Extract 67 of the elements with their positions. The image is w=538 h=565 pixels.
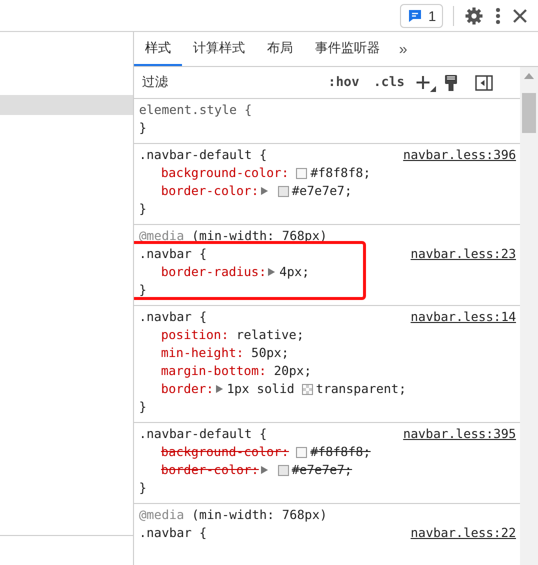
css-selector: element.style { [139,101,253,119]
css-selector: .navbar-default { [139,425,268,443]
property-value: #e7e7e7; [292,182,352,200]
media-keyword: @media [139,506,184,524]
css-selector: .navbar-default { [139,146,268,164]
toggle-button[interactable]: :hov [324,75,364,90]
css-selector: .navbar { [139,524,208,542]
issues-button[interactable]: 1 [400,4,443,28]
closing-brace: } [139,281,147,299]
paint-brush-icon[interactable] [442,74,459,92]
expand-triangle-icon[interactable] [260,466,268,474]
scrollbar[interactable] [520,67,538,565]
source-link[interactable]: navbar.less:22 [410,524,516,542]
closing-brace: } [139,119,147,137]
property-name: border: [161,380,214,398]
expand-triangle-icon[interactable] [260,187,268,195]
property-name: border-radius: [161,263,266,281]
panel-tab[interactable]: 布局 [256,32,304,66]
expand-triangle-icon[interactable] [268,268,276,276]
message-icon [407,8,424,24]
toggle-button[interactable]: .cls [369,75,409,90]
scroll-up-icon[interactable] [524,73,534,79]
closing-brace: } [139,398,147,416]
property-name: background-color: [161,164,289,182]
property-value: 4px; [279,263,310,281]
source-link[interactable]: navbar.less:395 [403,425,516,443]
color-swatch[interactable] [278,464,289,476]
closing-brace: } [139,479,147,497]
property-name: margin-bottom: [161,362,266,380]
panel-tab[interactable]: 事件监听器 [304,32,391,66]
source-link[interactable]: navbar.less:396 [403,146,516,164]
more-icon[interactable] [494,6,502,26]
panel-tab[interactable]: 计算样式 [182,32,256,66]
property-value: 1px solid [226,380,294,398]
settings-icon[interactable] [464,6,484,26]
close-icon[interactable] [512,8,528,24]
color-swatch[interactable] [296,168,308,178]
property-name: background-color: [161,443,289,461]
property-name: border-color: [161,182,259,200]
property-value: relative; [236,326,304,344]
sidebar-toggle-icon[interactable] [474,74,493,92]
scroll-thumb[interactable] [522,93,536,133]
css-selector: .navbar { [139,308,208,326]
property-value: transparent; [316,380,406,398]
color-swatch[interactable] [278,186,289,196]
property-name: border-color: [161,461,259,479]
color-swatch[interactable] [296,446,308,458]
property-value: 20px; [274,362,312,380]
property-value: 50px; [251,344,289,362]
property-value: #f8f8f8; [310,443,371,461]
source-link[interactable]: navbar.less:14 [410,308,516,326]
issues-count: 1 [428,8,436,24]
expand-triangle-icon[interactable] [216,385,223,393]
more-tabs-button[interactable]: » [391,32,416,66]
source-link[interactable]: navbar.less:23 [410,245,516,263]
closing-brace: } [139,200,147,218]
css-selector: .navbar { [139,245,208,263]
media-query: (min-width: 768px) [192,506,328,524]
panel-tab[interactable]: 样式 [134,32,182,66]
media-query: (min-width: 768px) [192,227,328,245]
color-swatch[interactable] [302,384,313,394]
property-name: position: [161,326,229,344]
add-rule-icon[interactable] [414,74,437,92]
property-value: #e7e7e7; [292,461,352,479]
media-keyword: @media [139,227,184,245]
property-name: min-height: [161,344,244,362]
property-value: #f8f8f8; [310,164,371,182]
